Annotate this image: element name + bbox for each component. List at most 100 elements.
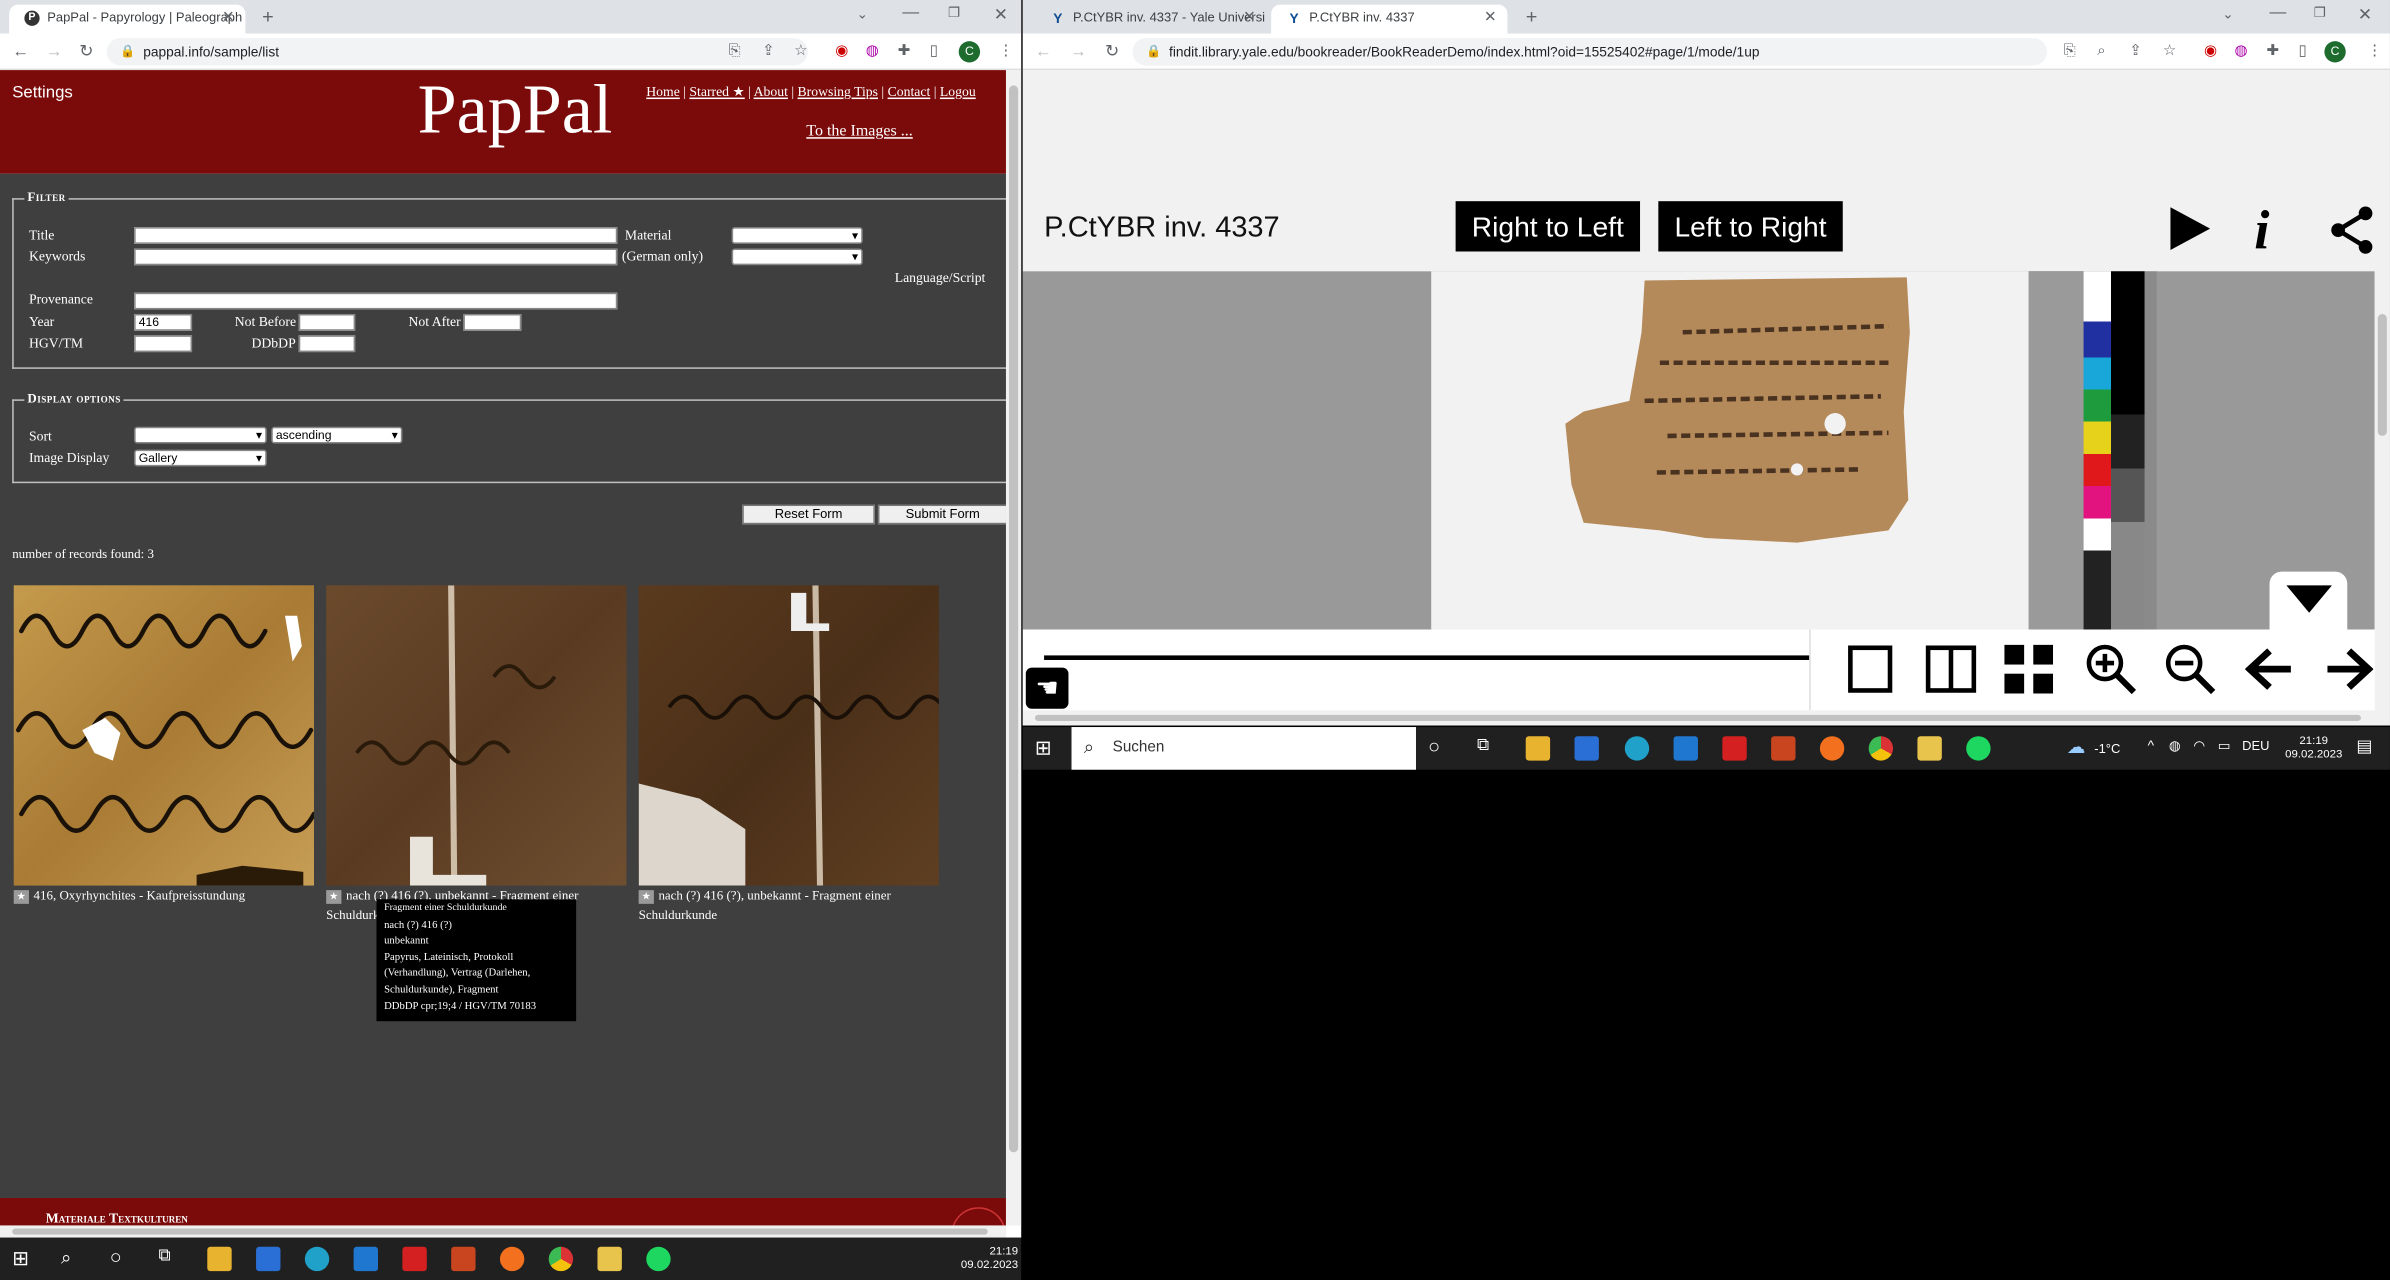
notes-icon[interactable] — [1917, 736, 1942, 761]
edge-icon[interactable] — [304, 1246, 330, 1272]
restore-icon[interactable]: ❐ — [948, 5, 960, 22]
result-thumbnail-1[interactable] — [13, 585, 314, 886]
star-icon[interactable]: ★ — [326, 889, 342, 904]
year-input[interactable]: 416 — [134, 313, 193, 331]
title-input[interactable] — [134, 227, 618, 244]
forward-icon[interactable]: → — [46, 38, 63, 65]
chrome-icon[interactable] — [548, 1246, 574, 1272]
weather-icon[interactable]: ☁ — [2067, 736, 2085, 757]
star-icon[interactable]: ★ — [13, 889, 29, 904]
weather-temp[interactable]: -1°C — [2094, 741, 2120, 756]
wifi-icon[interactable]: ◠ — [2193, 738, 2205, 755]
edge-icon[interactable] — [1624, 736, 1650, 761]
not-after-input[interactable] — [463, 313, 522, 331]
reset-form-button[interactable]: Reset Form — [742, 504, 875, 525]
page-viewer[interactable] — [1022, 271, 2375, 630]
translate-icon[interactable]: ⎘ — [2064, 38, 2076, 65]
horizontal-scrollbar[interactable] — [0, 1225, 1006, 1238]
vertical-scrollbar[interactable] — [1005, 70, 1022, 1226]
spotify-icon[interactable] — [1966, 736, 1991, 761]
extension-red-icon[interactable]: ◉ — [835, 38, 848, 65]
address-bar[interactable]: 🔒 pappal.info/sample/list — [106, 38, 808, 66]
zoom-in-icon[interactable] — [2085, 643, 2137, 695]
sort-order-select[interactable]: ascending — [271, 426, 403, 444]
zoom-icon[interactable]: ⌕ — [2097, 38, 2106, 65]
powerpoint-icon[interactable] — [451, 1246, 476, 1272]
profile-avatar[interactable]: C — [2324, 41, 2346, 63]
mail-icon[interactable] — [1673, 736, 1698, 761]
task-view-icon[interactable]: ⧉ — [1477, 736, 1489, 756]
battery-icon[interactable]: ▭ — [2218, 738, 2231, 755]
language-select[interactable] — [731, 248, 863, 266]
menu-icon[interactable]: ⋮ — [2367, 38, 2382, 65]
tab-search-icon[interactable]: ⌄ — [857, 6, 869, 23]
result-thumbnail-2[interactable] — [326, 585, 627, 886]
close-icon[interactable]: ✕ — [1243, 5, 1256, 31]
image-display-select[interactable]: Gallery — [134, 449, 267, 467]
notes-icon[interactable] — [597, 1246, 622, 1272]
store-icon[interactable] — [256, 1246, 281, 1272]
scrollbar-thumb[interactable] — [1009, 85, 1019, 1153]
previous-page-icon[interactable] — [2245, 648, 2294, 691]
spotify-icon[interactable] — [646, 1246, 671, 1272]
extension-purple-icon[interactable]: ◍ — [2234, 38, 2247, 65]
scrollbar-thumb[interactable] — [1034, 714, 2361, 721]
tab-pappal[interactable]: P PapPal - Papyrology | Paleograph ✕ — [9, 4, 246, 34]
scrollbar-thumb[interactable] — [2377, 313, 2387, 436]
file-explorer-icon[interactable] — [207, 1246, 232, 1272]
sidepanel-icon[interactable]: ▯ — [2298, 38, 2306, 65]
nav-about[interactable]: About — [754, 84, 788, 99]
thumbnail-view-icon[interactable] — [2004, 644, 2054, 694]
sort-field-select[interactable] — [134, 426, 267, 444]
taskbar-search-box[interactable]: ⌕ Suchen — [1071, 727, 1416, 770]
close-window-icon[interactable]: ✕ — [994, 5, 1008, 25]
tray-chevron-icon[interactable]: ^ — [2148, 738, 2154, 753]
material-select[interactable] — [731, 227, 863, 244]
bookmark-star-icon[interactable]: ☆ — [794, 38, 808, 65]
vertical-scrollbar[interactable] — [2374, 271, 2390, 726]
cortana-icon[interactable]: ○ — [1428, 735, 1440, 758]
share-icon[interactable]: ⇪ — [2129, 38, 2142, 65]
cortana-icon[interactable]: ○ — [110, 1245, 122, 1268]
submit-form-button[interactable]: Submit Form — [877, 504, 1008, 525]
scrollbar-thumb[interactable] — [12, 1228, 988, 1235]
close-icon[interactable]: ✕ — [222, 5, 235, 31]
firefox-icon[interactable] — [1819, 736, 1845, 761]
to-the-images-link[interactable]: To the Images ... — [806, 123, 912, 140]
nav-starred[interactable]: Starred ★ — [689, 84, 744, 99]
zoom-out-icon[interactable] — [2164, 643, 2216, 695]
page-slider-handle[interactable]: ☚ — [1025, 667, 1069, 709]
reload-icon[interactable]: ↻ — [79, 38, 93, 65]
new-tab-icon[interactable]: + — [1526, 5, 1538, 28]
play-icon[interactable] — [2166, 204, 2215, 253]
tab-search-icon[interactable]: ⌄ — [2222, 6, 2234, 23]
nav-home[interactable]: Home — [646, 84, 680, 99]
tab-yale-university[interactable]: Y P.CtYBR inv. 4337 - Yale Universi ✕ — [1035, 5, 1267, 34]
two-page-view-icon[interactable] — [1925, 645, 1977, 694]
forward-icon[interactable]: → — [1070, 38, 1087, 65]
info-icon[interactable]: i — [2254, 198, 2269, 262]
powerpoint-icon[interactable] — [1771, 736, 1796, 761]
extensions-icon[interactable]: ✚ — [2266, 38, 2279, 65]
result-caption-1[interactable]: ★ 416, Oxyrhynchites - Kaufpreisstundung — [13, 886, 319, 906]
acrobat-icon[interactable] — [1722, 736, 1747, 761]
provenance-input[interactable] — [134, 292, 618, 310]
minimize-icon[interactable]: — — [902, 3, 919, 21]
extension-red-icon[interactable]: ◉ — [2204, 38, 2217, 65]
clock[interactable]: 21:19 09.02.2023 — [957, 1244, 1018, 1271]
notifications-icon[interactable]: ▤ — [2356, 736, 2372, 756]
menu-icon[interactable]: ⋮ — [998, 38, 1013, 65]
page-slider-track[interactable] — [1044, 655, 1810, 660]
windows-start-icon[interactable]: ⊞ — [1035, 736, 1052, 760]
nav-logout[interactable]: Logou — [940, 84, 976, 99]
store-icon[interactable] — [1574, 736, 1599, 761]
firefox-icon[interactable] — [499, 1246, 525, 1272]
windows-start-icon[interactable]: ⊞ — [12, 1247, 29, 1271]
mail-icon[interactable] — [353, 1246, 379, 1272]
profile-avatar[interactable]: C — [958, 41, 981, 63]
tab-bookreader[interactable]: Y P.CtYBR inv. 4337 ✕ — [1271, 4, 1508, 34]
settings-link[interactable]: Settings — [12, 84, 73, 102]
translate-icon[interactable]: ⎘ — [729, 38, 741, 65]
right-to-left-button[interactable]: Right to Left — [1455, 201, 1641, 252]
extension-purple-icon[interactable]: ◍ — [866, 38, 879, 65]
